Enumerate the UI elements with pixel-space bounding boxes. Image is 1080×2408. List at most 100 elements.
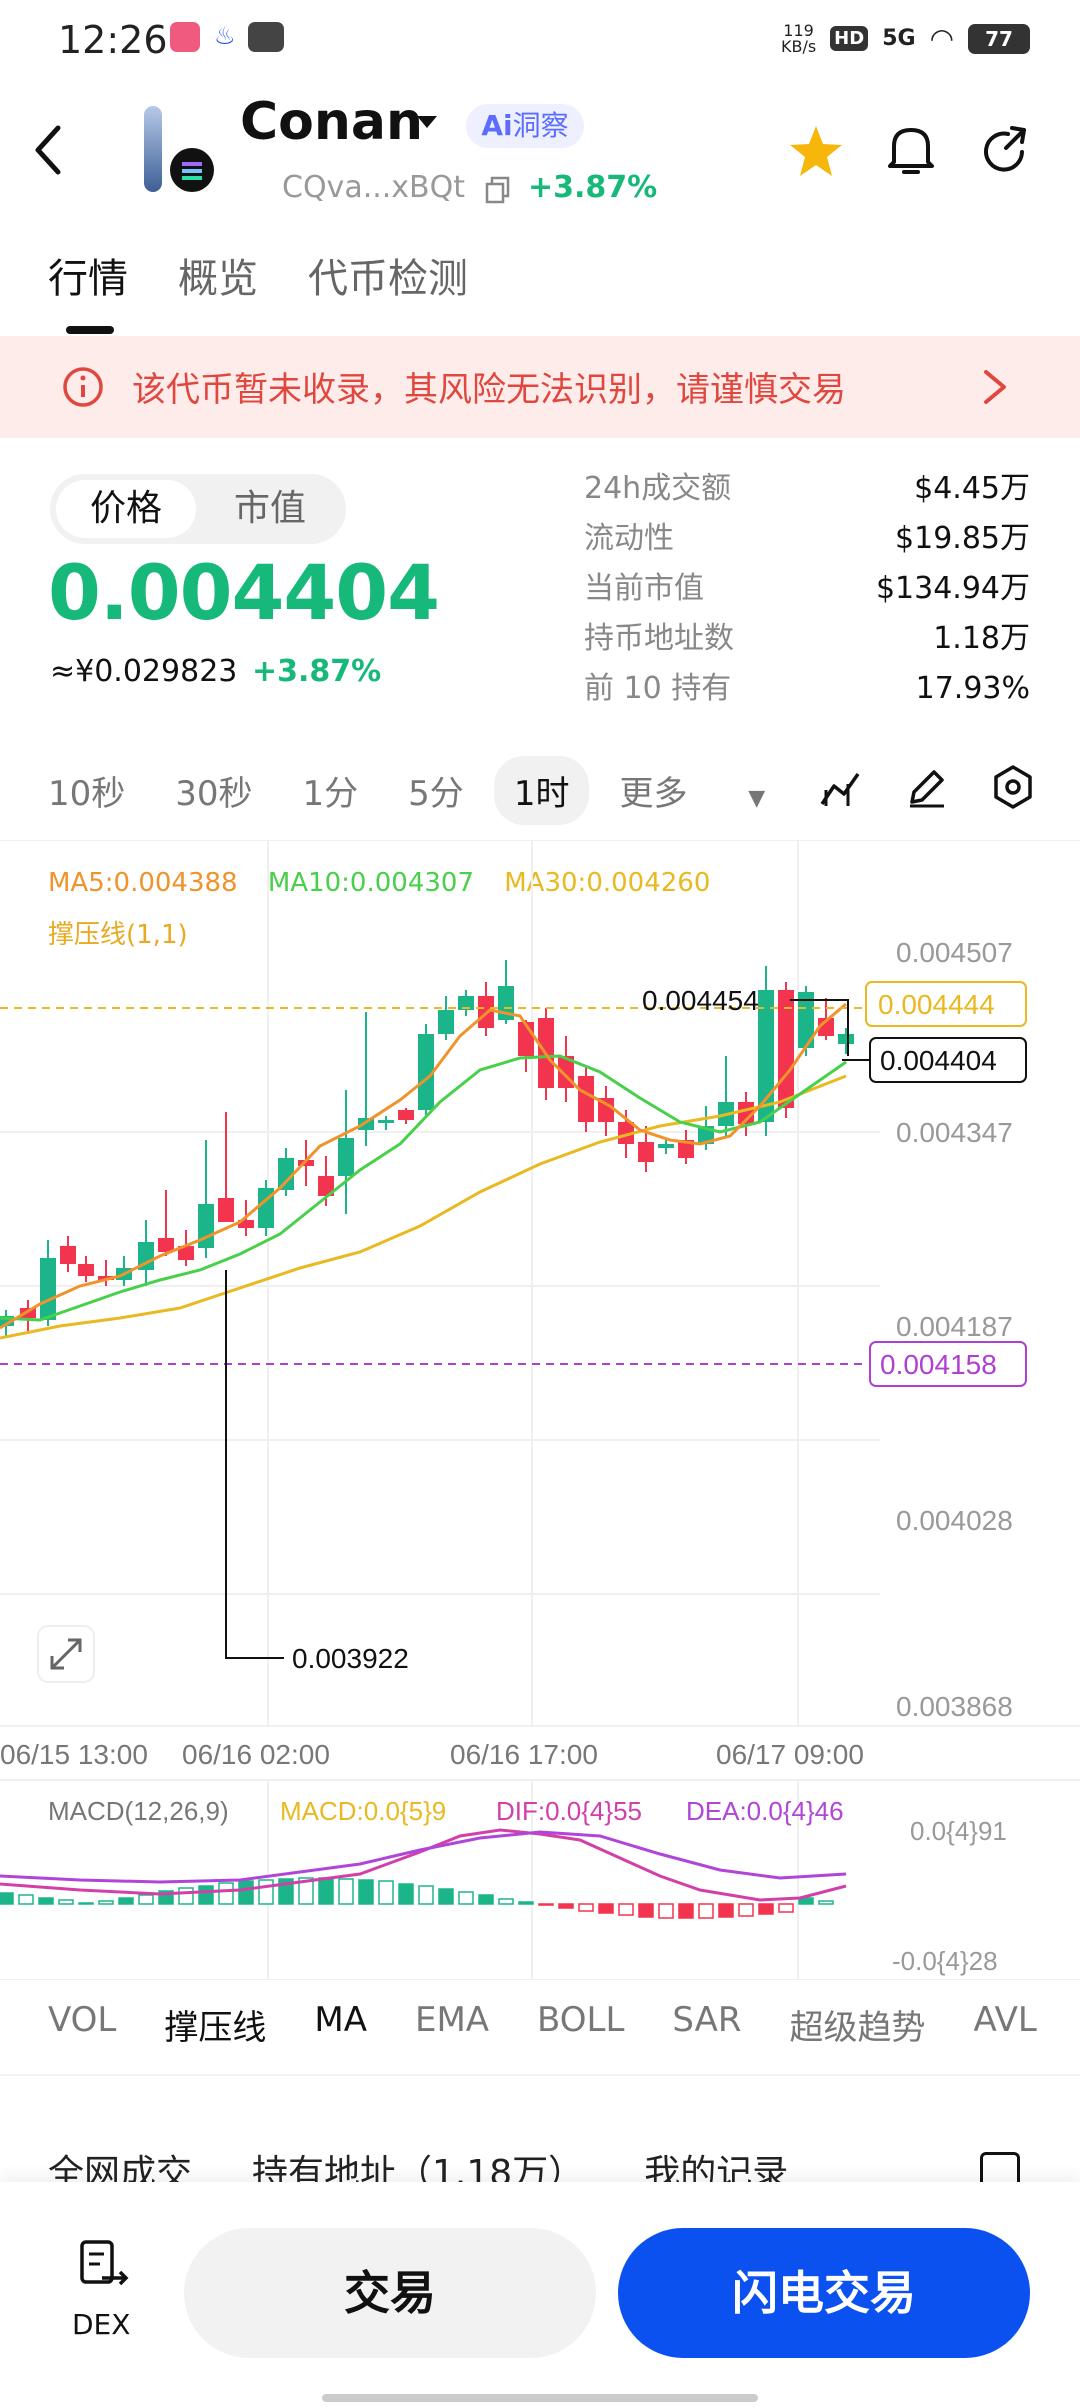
toggle-price[interactable]: 价格: [56, 480, 196, 538]
stats-panel: 24h成交额 $4.45万 流动性 $19.85万 当前市值 $134.94万 持币地…: [584, 464, 1030, 714]
stat-row: 当前市值 $134.94万: [584, 564, 1030, 614]
candle-body: [40, 1258, 56, 1320]
macd-bar: [138, 1894, 154, 1905]
indicator-tabs: VOL 撑压线 MA EMA BOLL SAR 超级趋势 AVL: [48, 2000, 1080, 2049]
insight-badge[interactable]: Ai洞察: [466, 104, 584, 148]
tf-30s[interactable]: 30秒: [175, 766, 252, 815]
tab-token-check[interactable]: 代币检测: [308, 246, 468, 304]
ind-vol[interactable]: VOL: [48, 2000, 116, 2049]
resistance-price: 0.004444: [878, 989, 995, 1020]
macd-bar: [0, 1892, 14, 1905]
macd-bar: [238, 1880, 254, 1905]
candle-body: [398, 1110, 414, 1120]
token-address: CQva...xBQt: [282, 170, 466, 205]
macd-bar: [378, 1880, 394, 1905]
dex-icon[interactable]: [78, 2238, 130, 2292]
macd-bar: [398, 1883, 414, 1905]
share-icon[interactable]: [978, 122, 1034, 178]
macd-bar: [38, 1897, 54, 1905]
divider: [0, 2074, 1080, 2076]
stat-row: 持币地址数 1.18万: [584, 614, 1030, 664]
bell-icon[interactable]: [884, 122, 938, 178]
macd-bar: [498, 1898, 514, 1905]
tab-overview[interactable]: 概览: [178, 246, 258, 304]
macd-bar: [638, 1903, 654, 1918]
dea-value: DEA:0.0{4}46: [686, 1796, 844, 1826]
macd-bar: [18, 1894, 34, 1905]
tf-more[interactable]: 更多 ▼: [619, 766, 815, 815]
macd-bar: [338, 1878, 354, 1905]
notification-icons: ♨: [170, 22, 284, 52]
macd-value: MACD:0.0{5}9: [280, 1796, 446, 1826]
tf-10s[interactable]: 10秒: [48, 766, 125, 815]
token-name[interactable]: Conan: [240, 92, 423, 152]
ind-avl[interactable]: AVL: [974, 2000, 1037, 2049]
tf-5m[interactable]: 5分: [408, 766, 464, 815]
macd-bar: [578, 1903, 594, 1912]
y-tick: 0.004028: [896, 1505, 1013, 1536]
draw-pen-icon[interactable]: [904, 766, 948, 810]
token-logo: [144, 106, 162, 192]
flash-trade-button[interactable]: 闪电交易: [618, 2228, 1030, 2358]
candle-body: [658, 1144, 674, 1148]
chevron-right-icon[interactable]: [980, 366, 1010, 408]
indicator-icon[interactable]: [818, 766, 862, 810]
back-icon[interactable]: [30, 120, 70, 180]
x-tick: 06/16 02:00: [182, 1739, 330, 1770]
macd-bar: [258, 1879, 274, 1905]
stat-value: $134.94万: [875, 571, 1030, 606]
ind-sr[interactable]: 撑压线: [164, 2000, 266, 2049]
toggle-marketcap[interactable]: 市值: [200, 480, 340, 538]
tf-1h[interactable]: 1时: [493, 756, 590, 825]
tab-market[interactable]: 行情: [48, 246, 128, 304]
low-label: 0.003922: [292, 1643, 409, 1674]
info-icon: [63, 367, 103, 407]
ind-ema[interactable]: EMA: [415, 2000, 489, 2049]
support-price: 0.004158: [880, 1349, 997, 1380]
candlestick-chart[interactable]: 0.004454 0.003922 0.004444 0.004404 0.00…: [0, 840, 1080, 1980]
app-notification-icon: [170, 22, 200, 52]
solana-chain-icon: [170, 148, 214, 192]
trade-button[interactable]: 交易: [184, 2228, 596, 2358]
chevron-down-icon[interactable]: [414, 112, 440, 132]
macd-bar: [418, 1885, 434, 1905]
settings-icon[interactable]: [990, 764, 1036, 810]
macd-bar: [98, 1900, 114, 1905]
ai-icon: Ai: [481, 109, 513, 142]
stat-label: 前 10 持有: [584, 671, 732, 706]
macd-bar: [78, 1902, 94, 1905]
macd-title: MACD(12,26,9): [48, 1796, 229, 1826]
tf-1m[interactable]: 1分: [303, 766, 359, 815]
stat-label: 当前市值: [584, 571, 704, 606]
dea-line: [0, 1830, 847, 1884]
status-time: 12:26: [58, 18, 168, 62]
dex-label[interactable]: DEX: [72, 2308, 130, 2341]
macd-bar: [818, 1900, 834, 1905]
x-tick: 06/15 13:00: [0, 1739, 148, 1770]
macd-bar: [358, 1879, 374, 1905]
flame-icon: ♨: [214, 22, 236, 50]
macd-bar: [618, 1903, 634, 1916]
candle-body: [378, 1120, 394, 1123]
dif-value: DIF:0.0{4}55: [496, 1796, 642, 1826]
stat-row: 流动性 $19.85万: [584, 514, 1030, 564]
copy-icon[interactable]: [484, 176, 512, 204]
price-cny: ≈¥0.029823: [50, 654, 238, 689]
status-right: 119 KB/s HD 5G ◠ 77: [781, 22, 1030, 55]
main-tabs: 行情 概览 代币检测: [48, 246, 468, 304]
ind-sar[interactable]: SAR: [672, 2000, 741, 2049]
header-change: +3.87%: [528, 170, 658, 205]
ind-supertrend[interactable]: 超级趋势: [790, 2000, 926, 2049]
risk-alert-text: 该代币暂未收录，其风险无法识别，请谨慎交易: [132, 370, 846, 410]
price-change: +3.87%: [252, 654, 382, 689]
ind-ma[interactable]: MA: [314, 2000, 367, 2049]
macd-bar: [678, 1903, 694, 1919]
stat-label: 持币地址数: [584, 621, 734, 656]
ind-boll[interactable]: BOLL: [537, 2000, 624, 2049]
macd-bar: [758, 1903, 774, 1915]
star-icon[interactable]: [788, 124, 844, 178]
macd-bar: [458, 1891, 474, 1905]
net-speed: 119 KB/s: [780, 20, 817, 56]
high-label: 0.004454: [642, 985, 759, 1016]
stat-value: $4.45万: [914, 471, 1030, 506]
